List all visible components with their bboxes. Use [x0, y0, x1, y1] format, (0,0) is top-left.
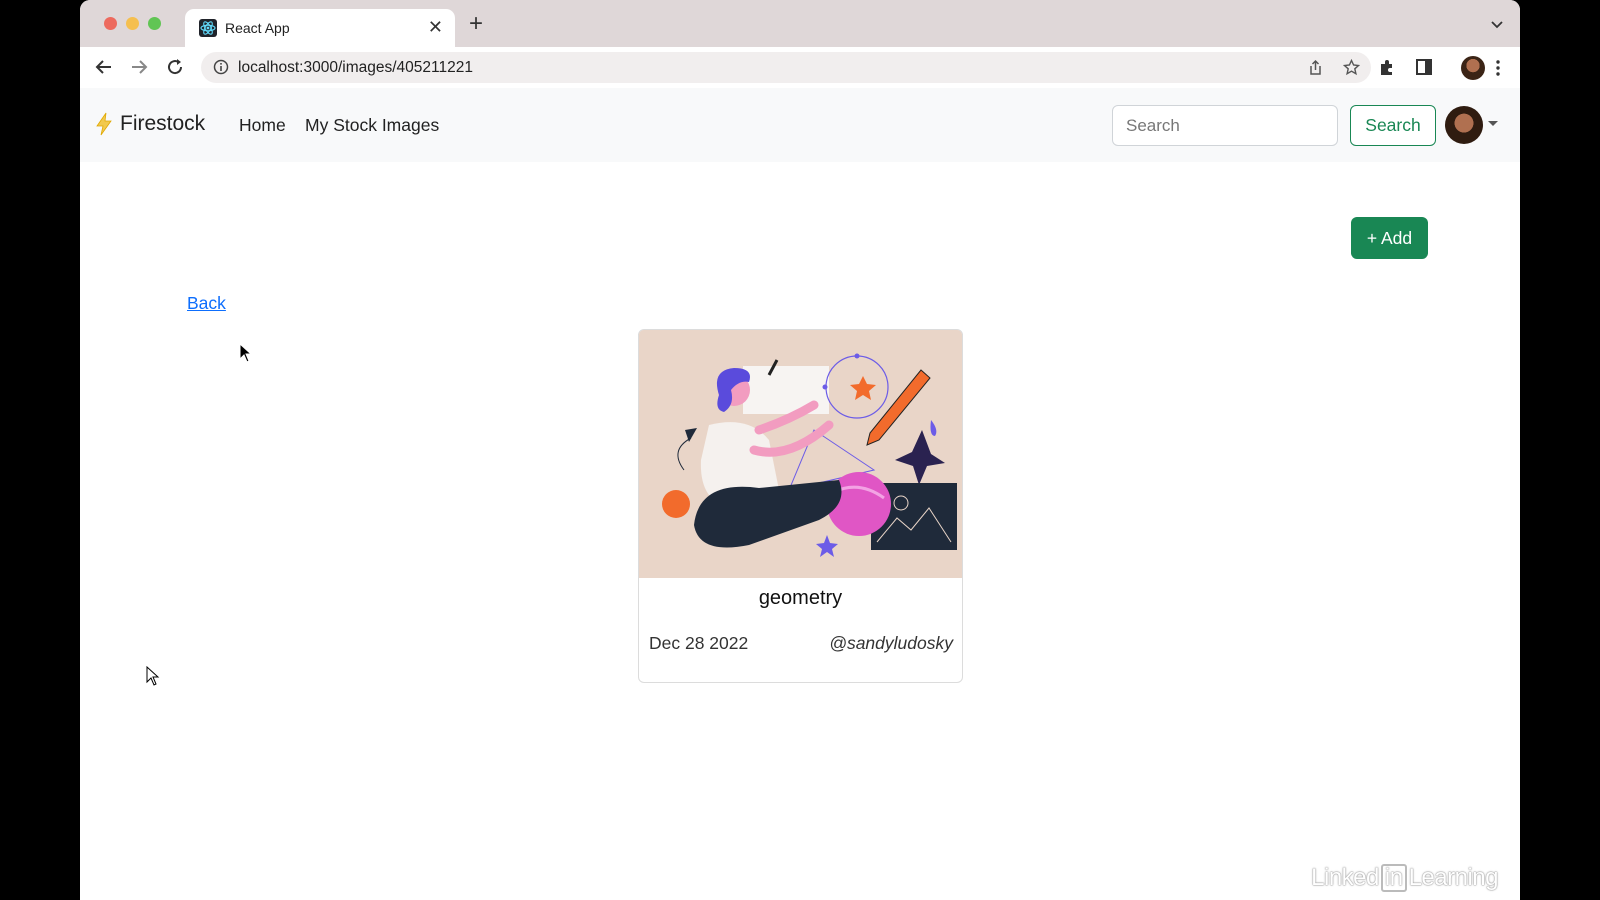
browser-toolbar: localhost:3000/images/405211221 [80, 47, 1520, 89]
card-title: geometry [758, 587, 843, 609]
watermark-linked: Linked [1311, 864, 1379, 891]
card-date: Dec 28 2022 [649, 633, 749, 653]
brand-link[interactable]: Firestock [94, 112, 205, 136]
geometry-illustration-image [639, 330, 962, 578]
share-icon[interactable] [1307, 59, 1324, 76]
linkedin-learning-watermark: Linked in Learning [1311, 864, 1499, 892]
react-favicon-icon [199, 19, 217, 37]
address-bar[interactable]: localhost:3000/images/405211221 [201, 52, 1371, 83]
brand-name: Firestock [120, 112, 206, 135]
minimize-window-button[interactable] [126, 17, 139, 30]
site-info-icon[interactable] [213, 59, 229, 75]
image-card[interactable]: geometry Dec 28 2022 @sandyludosky [638, 329, 963, 683]
extensions-puzzle-icon[interactable] [1378, 58, 1396, 76]
side-panel-icon[interactable] [1415, 58, 1433, 76]
app-navbar: Firestock Home My Stock Images Search [80, 88, 1520, 162]
tab-close-icon[interactable]: ✕ [428, 17, 443, 38]
page-content: Firestock Home My Stock Images Search + … [80, 88, 1520, 900]
maximize-window-button[interactable] [148, 17, 161, 30]
browser-tab-react-app[interactable]: React App ✕ [185, 9, 455, 47]
nav-link-my-stock-images[interactable]: My Stock Images [305, 115, 439, 136]
mouse-pointer-icon [239, 343, 253, 363]
new-tab-button[interactable]: + [469, 12, 483, 36]
browser-window: React App ✕ + localhost:3000/images/4052… [80, 0, 1520, 900]
user-avatar[interactable] [1445, 106, 1483, 144]
bookmark-star-icon[interactable] [1343, 59, 1360, 76]
mouse-pointer-outline-icon [146, 666, 160, 686]
search-input[interactable] [1112, 105, 1338, 146]
back-link[interactable]: Back [187, 293, 226, 314]
lightning-bolt-icon [96, 112, 112, 136]
watermark-learning: Learning [1408, 864, 1499, 891]
kebab-menu-icon[interactable] [1495, 58, 1501, 78]
forward-arrow-icon[interactable] [128, 56, 150, 78]
chevron-down-icon[interactable] [1490, 17, 1504, 31]
reload-icon[interactable] [164, 56, 186, 78]
search-button[interactable]: Search [1350, 105, 1436, 146]
caret-down-icon[interactable] [1488, 121, 1498, 126]
nav-link-home[interactable]: Home [239, 115, 286, 136]
url-text: localhost:3000/images/405211221 [238, 59, 473, 76]
watermark-in: in [1380, 864, 1407, 892]
close-window-button[interactable] [104, 17, 117, 30]
card-username[interactable]: @sandyludosky [829, 633, 953, 654]
back-arrow-icon[interactable] [93, 56, 115, 78]
tab-title: React App [225, 20, 290, 36]
tab-strip: React App ✕ + [80, 0, 1520, 47]
add-button[interactable]: + Add [1351, 217, 1428, 259]
profile-avatar[interactable] [1461, 56, 1485, 80]
